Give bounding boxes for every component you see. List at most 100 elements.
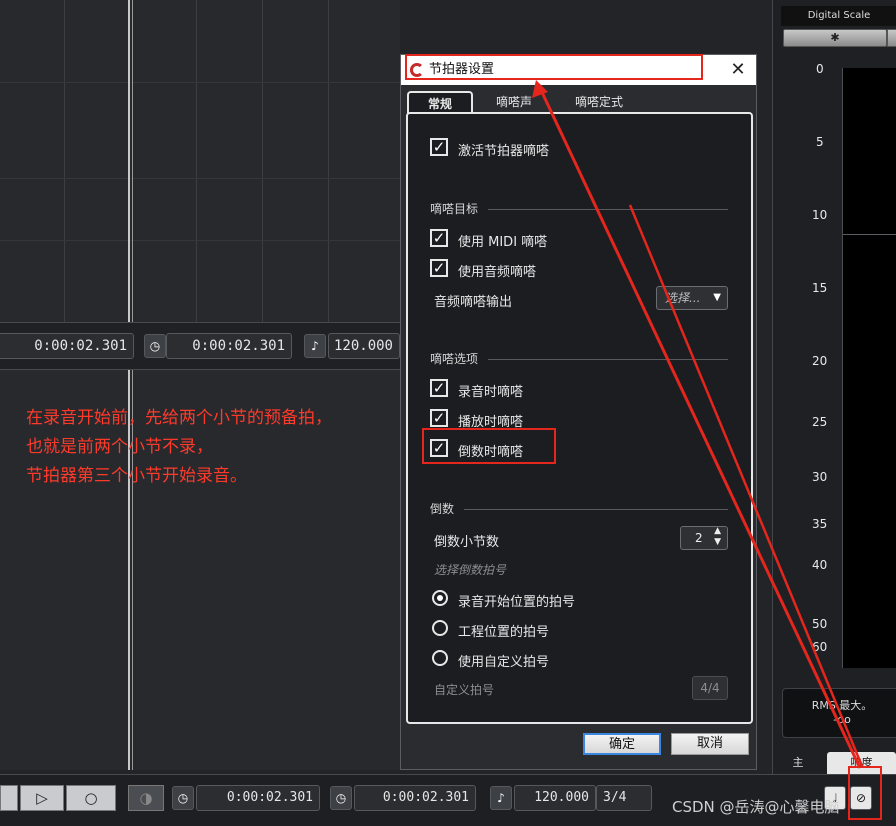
tab-click-sound[interactable]: 嘀嗒声 [483, 91, 545, 113]
play-click-checkbox[interactable]: ✓ [430, 409, 448, 427]
rms-value: -oo [833, 713, 851, 726]
stepper-arrows-icon[interactable]: ▲ ▼ [714, 526, 721, 548]
scale-tick: 0 [816, 62, 824, 76]
transport-signature[interactable]: 3/4 [596, 785, 652, 811]
scale-tick: 5 [816, 135, 824, 149]
grid-line [262, 0, 263, 322]
countin-highlight-box [422, 428, 556, 464]
use-audio-checkbox[interactable]: ✓ [430, 259, 448, 277]
choose-signature-label: 选择倒数拍号 [434, 563, 507, 577]
cursor-line [132, 0, 133, 770]
scale-tick: 60 [812, 640, 828, 654]
use-midi-checkbox[interactable]: ✓ [430, 229, 448, 247]
metronome-highlight-box [848, 766, 882, 820]
metronome-settings-dialog: 节拍器设置 ✕ 常规 嘀嗒声 嘀嗒定式 ✓ 激活节拍器嘀嗒 嘀嗒目标 ✓ 使用 … [400, 54, 757, 770]
divider [464, 509, 728, 510]
cycle-icon: ◑ [139, 789, 153, 807]
rms-display: RMS 最大。 -oo [782, 688, 896, 738]
divider [488, 359, 728, 360]
sig-option1-label: 录音开始位置的拍号 [458, 595, 576, 610]
custom-signature-field[interactable]: 4/4 [692, 676, 728, 700]
play-button[interactable]: ▷ [20, 785, 64, 811]
scale-tick: 10 [812, 208, 828, 222]
grid-line [196, 0, 197, 322]
scale-tick: 25 [812, 415, 828, 429]
target-section-title: 嘀嗒目标 [430, 202, 479, 216]
close-icon[interactable]: ✕ [728, 59, 748, 81]
grid-line [0, 240, 400, 241]
play-icon: ▷ [36, 789, 48, 807]
sig-option3-label: 使用自定义拍号 [458, 655, 550, 670]
divider [488, 209, 728, 210]
annotation-text: 在录音开始前，先给两个小节的预备拍， 也就是前两个小节不录， 节拍器第三个小节开… [26, 404, 332, 491]
level-meter [842, 68, 896, 668]
cancel-button[interactable]: 取消 [671, 733, 749, 755]
audio-output-label: 音频嘀嗒输出 [434, 295, 513, 310]
meter-title: Digital Scale [781, 6, 896, 26]
playhead-line[interactable] [128, 0, 130, 770]
record-button[interactable]: ○ [66, 785, 116, 811]
use-midi-label: 使用 MIDI 嘀嗒 [458, 235, 548, 250]
record-click-label: 录音时嘀嗒 [458, 385, 524, 400]
record-click-checkbox[interactable]: ✓ [430, 379, 448, 397]
title-highlight-box [405, 54, 703, 80]
tempo-icon[interactable]: ♪ [490, 786, 512, 810]
clock-icon[interactable]: ◷ [330, 786, 352, 810]
ok-button[interactable]: 确定 [583, 733, 661, 755]
grid-line [0, 178, 400, 179]
custom-signature-label: 自定义拍号 [434, 683, 495, 697]
left-time-bar: 0:00:02.301 ◷ 0:00:02.301 ♪ 120.000 [0, 322, 400, 370]
clock-icon[interactable]: ◷ [172, 786, 194, 810]
countin-section-title: 倒数 [430, 502, 455, 516]
meter-line [843, 234, 896, 235]
countin-bars-label: 倒数小节数 [434, 535, 500, 550]
scale-tick: 20 [812, 354, 828, 368]
transport-time-1[interactable]: 0:00:02.301 [196, 785, 320, 811]
annotation-line-1: 在录音开始前，先给两个小节的预备拍， [26, 408, 332, 428]
tempo-icon[interactable]: ♪ [304, 334, 326, 358]
scale-tick: 40 [812, 558, 828, 572]
options-section-title: 嘀嗒选项 [430, 352, 479, 366]
meter-scale: 0 5 10 15 20 25 30 35 40 50 60 [812, 62, 840, 662]
time-display-2[interactable]: 0:00:02.301 [166, 333, 292, 359]
sig-option2-label: 工程位置的拍号 [458, 625, 550, 640]
sig-option3-radio[interactable] [432, 650, 448, 666]
scale-tick: 50 [812, 617, 828, 631]
scale-tick: 35 [812, 517, 828, 531]
audio-output-select[interactable]: 选择... ▼ [656, 286, 728, 310]
record-icon: ○ [84, 789, 98, 807]
annotation-line-2: 也就是前两个小节不录， [26, 437, 213, 457]
countin-bars-stepper[interactable]: 2 ▲ ▼ [680, 526, 728, 550]
arrange-area[interactable] [0, 0, 400, 770]
audio-output-value: 选择... [665, 291, 701, 305]
tab-main[interactable]: 主 [773, 752, 823, 774]
activate-label: 激活节拍器嘀嗒 [458, 144, 550, 159]
transport-time-2[interactable]: 0:00:02.301 [354, 785, 476, 811]
countin-bars-value: 2 [695, 531, 703, 545]
grid-line [0, 82, 400, 83]
activate-checkbox[interactable]: ✓ [430, 138, 448, 156]
scale-tick: 15 [812, 281, 828, 295]
transport-tempo[interactable]: 120.000 [514, 785, 596, 811]
general-tab-content: ✓ 激活节拍器嘀嗒 嘀嗒目标 ✓ 使用 MIDI 嘀嗒 ✓ 使用音频嘀嗒 音频嘀… [406, 112, 753, 724]
meter-settings-button[interactable]: ✱ [783, 29, 887, 47]
rms-label: RMS 最大。 [811, 699, 873, 712]
gear-icon: ✱ [830, 31, 840, 44]
meter-extra-button[interactable] [887, 29, 896, 47]
transport-prev-button[interactable] [0, 785, 18, 811]
tab-click-pattern[interactable]: 嘀嗒定式 [565, 91, 633, 113]
cycle-button[interactable]: ◑ [128, 785, 164, 811]
sig-option1-radio[interactable] [432, 590, 448, 606]
tab-general[interactable]: 常规 [407, 91, 473, 113]
annotation-line-3: 节拍器第三个小节开始录音。 [26, 466, 247, 486]
app-window: 0:00:02.301 ◷ 0:00:02.301 ♪ 120.000 在录音开… [0, 0, 896, 826]
time-display-1[interactable]: 0:00:02.301 [0, 333, 134, 359]
grid-line [328, 0, 329, 322]
chevron-down-icon: ▼ [713, 292, 721, 303]
sig-option2-radio[interactable] [432, 620, 448, 636]
scale-tick: 30 [812, 470, 828, 484]
use-audio-label: 使用音频嘀嗒 [458, 265, 537, 280]
watermark: CSDN @岳涛@心馨电脑 [672, 798, 840, 816]
tempo-display[interactable]: 120.000 [328, 333, 400, 359]
clock-icon[interactable]: ◷ [144, 334, 166, 358]
